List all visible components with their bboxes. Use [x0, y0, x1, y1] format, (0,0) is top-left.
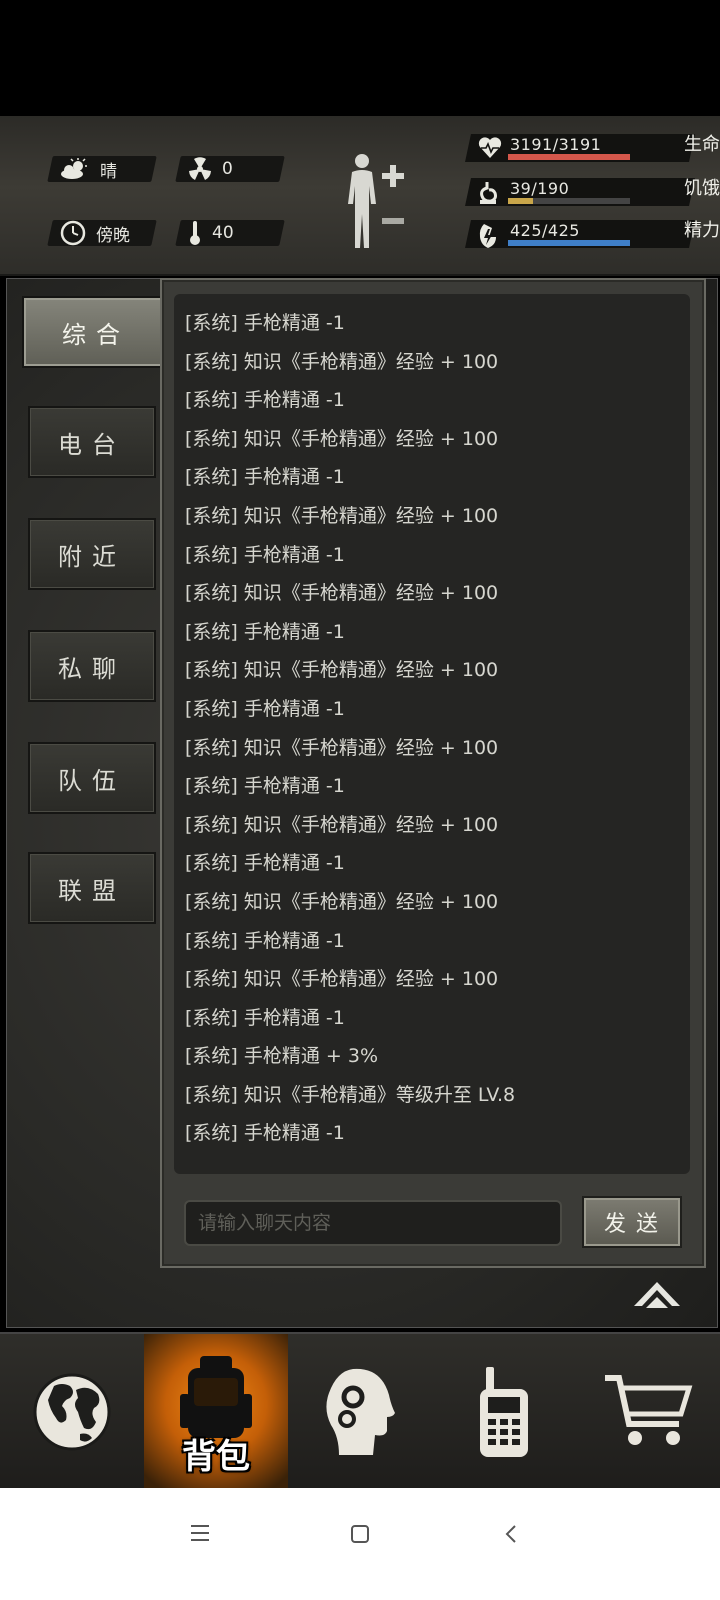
health-stat: 3191/3191 生命 [465, 134, 720, 162]
cloud-sun-icon [61, 158, 87, 179]
chat-message: [系统] 知识《手枪精通》经验 + 100 [185, 350, 499, 373]
chat-message: [系统] 知识《手枪精通》经验 + 100 [185, 504, 499, 527]
nav-map[interactable] [0, 1334, 144, 1490]
chat-message: [系统] 手枪精通 -1 [185, 1006, 345, 1029]
chat-message: [系统] 手枪精通 -1 [185, 697, 345, 720]
energy-stat: 425/425 精力 [465, 220, 720, 248]
chat-message: [系统] 知识《手枪精通》经验 + 100 [185, 582, 499, 605]
collapse-button[interactable] [632, 1278, 682, 1314]
tab-team[interactable]: 队伍 [28, 742, 156, 814]
thermometer-icon [190, 221, 200, 245]
chat-message: [系统] 手枪精通 -1 [185, 466, 345, 489]
head-gears-icon [326, 1368, 395, 1455]
chat-message: [系统] 知识《手枪精通》经验 + 100 [185, 813, 499, 836]
energy-label: 精力 [684, 220, 720, 241]
chat-message: [系统] 手枪精通 -1 [185, 389, 345, 412]
health-value: 3191/3191 [510, 135, 602, 154]
time-of-day-label: 傍晚 [96, 225, 130, 246]
bottom-nav: 背包 [0, 1332, 720, 1490]
globe-icon [33, 1373, 111, 1451]
hunger-bar [508, 198, 630, 204]
chat-message: [系统] 手枪精通 -1 [185, 775, 345, 798]
nav-backpack-label: 背包 [182, 1437, 250, 1477]
body-status-button[interactable] [340, 152, 416, 252]
heart-icon [478, 137, 502, 158]
chat-message: [系统] 知识《手枪精通》经验 + 100 [185, 427, 499, 450]
chat-message: [系统] 知识《手枪精通》经验 + 100 [185, 968, 499, 991]
energy-value: 425/425 [510, 221, 580, 240]
tab-general[interactable]: 综合 [22, 296, 170, 368]
home-button[interactable] [350, 1524, 370, 1548]
weather-label: 晴 [100, 161, 117, 182]
nav-skills[interactable] [288, 1334, 432, 1490]
chat-message: [系统] 知识《手枪精通》经验 + 100 [185, 736, 499, 759]
temperature-chip: 40 [175, 220, 285, 246]
chat-input[interactable] [184, 1200, 562, 1246]
chat-message: [系统] 手枪精通 -1 [185, 312, 345, 334]
lightning-icon [479, 224, 496, 248]
back-icon [505, 1525, 516, 1543]
chat-message: [系统] 手枪精通 -1 [185, 543, 345, 566]
health-label: 生命 [684, 134, 720, 155]
radiation-value: 0 [222, 159, 233, 179]
chat-message: [系统] 知识《手枪精通》经验 + 100 [185, 659, 499, 682]
status-header: 晴 0 傍晚 40 3191/3191 生命 39/190 饥饿 425/425… [0, 116, 720, 276]
weather-chip: 晴 [47, 156, 157, 182]
radiation-chip: 0 [175, 156, 285, 182]
chat-message: [系统] 手枪精通 -1 [185, 620, 345, 643]
tab-private[interactable]: 私聊 [28, 630, 156, 702]
chat-message: [系统] 知识《手枪精通》经验 + 100 [185, 890, 499, 913]
nav-communication[interactable] [432, 1334, 576, 1490]
chat-frame: [系统] 手枪精通 -1 [系统] 知识《手枪精通》经验 + 100 [系统] … [160, 278, 706, 1268]
stomach-icon [480, 182, 497, 204]
chat-message: [系统] 手枪精通 + 3% [185, 1045, 379, 1068]
chat-message: [系统] 手枪精通 -1 [185, 852, 345, 875]
health-bar [508, 154, 630, 160]
tab-nearby[interactable]: 附近 [28, 518, 156, 590]
chat-log[interactable]: [系统] 手枪精通 -1 [系统] 知识《手枪精通》经验 + 100 [系统] … [174, 294, 690, 1174]
home-icon [351, 1525, 369, 1543]
send-button[interactable]: 发送 [582, 1196, 682, 1248]
hunger-value: 39/190 [510, 179, 570, 198]
energy-bar [508, 240, 630, 246]
chat-message: [系统] 知识《手枪精通》等级升至 LV.8 [185, 1083, 516, 1106]
chat-message: [系统] 手枪精通 -1 [185, 1122, 345, 1145]
radiation-icon [189, 157, 211, 180]
nav-backpack[interactable]: 背包 [144, 1334, 288, 1490]
back-button[interactable] [504, 1524, 518, 1548]
chevron-up-icon [634, 1282, 680, 1308]
hunger-stat: 39/190 饥饿 [465, 178, 720, 206]
menu-icon [191, 1525, 209, 1541]
tab-alliance[interactable]: 联盟 [28, 852, 156, 924]
system-nav-bar [0, 1488, 720, 1600]
tab-radio[interactable]: 电台 [28, 406, 156, 478]
walkie-talkie-icon [480, 1367, 528, 1457]
chat-message: [系统] 手枪精通 -1 [185, 929, 345, 952]
hunger-label: 饥饿 [684, 178, 720, 199]
temperature-value: 40 [212, 223, 234, 243]
shopping-cart-icon [605, 1375, 693, 1445]
human-figure-icon [348, 154, 376, 248]
clock-icon [60, 220, 86, 246]
plus-minus-icon [382, 165, 404, 224]
nav-shop[interactable] [576, 1334, 720, 1490]
time-chip: 傍晚 [47, 220, 157, 246]
recent-apps-button[interactable] [190, 1524, 210, 1546]
